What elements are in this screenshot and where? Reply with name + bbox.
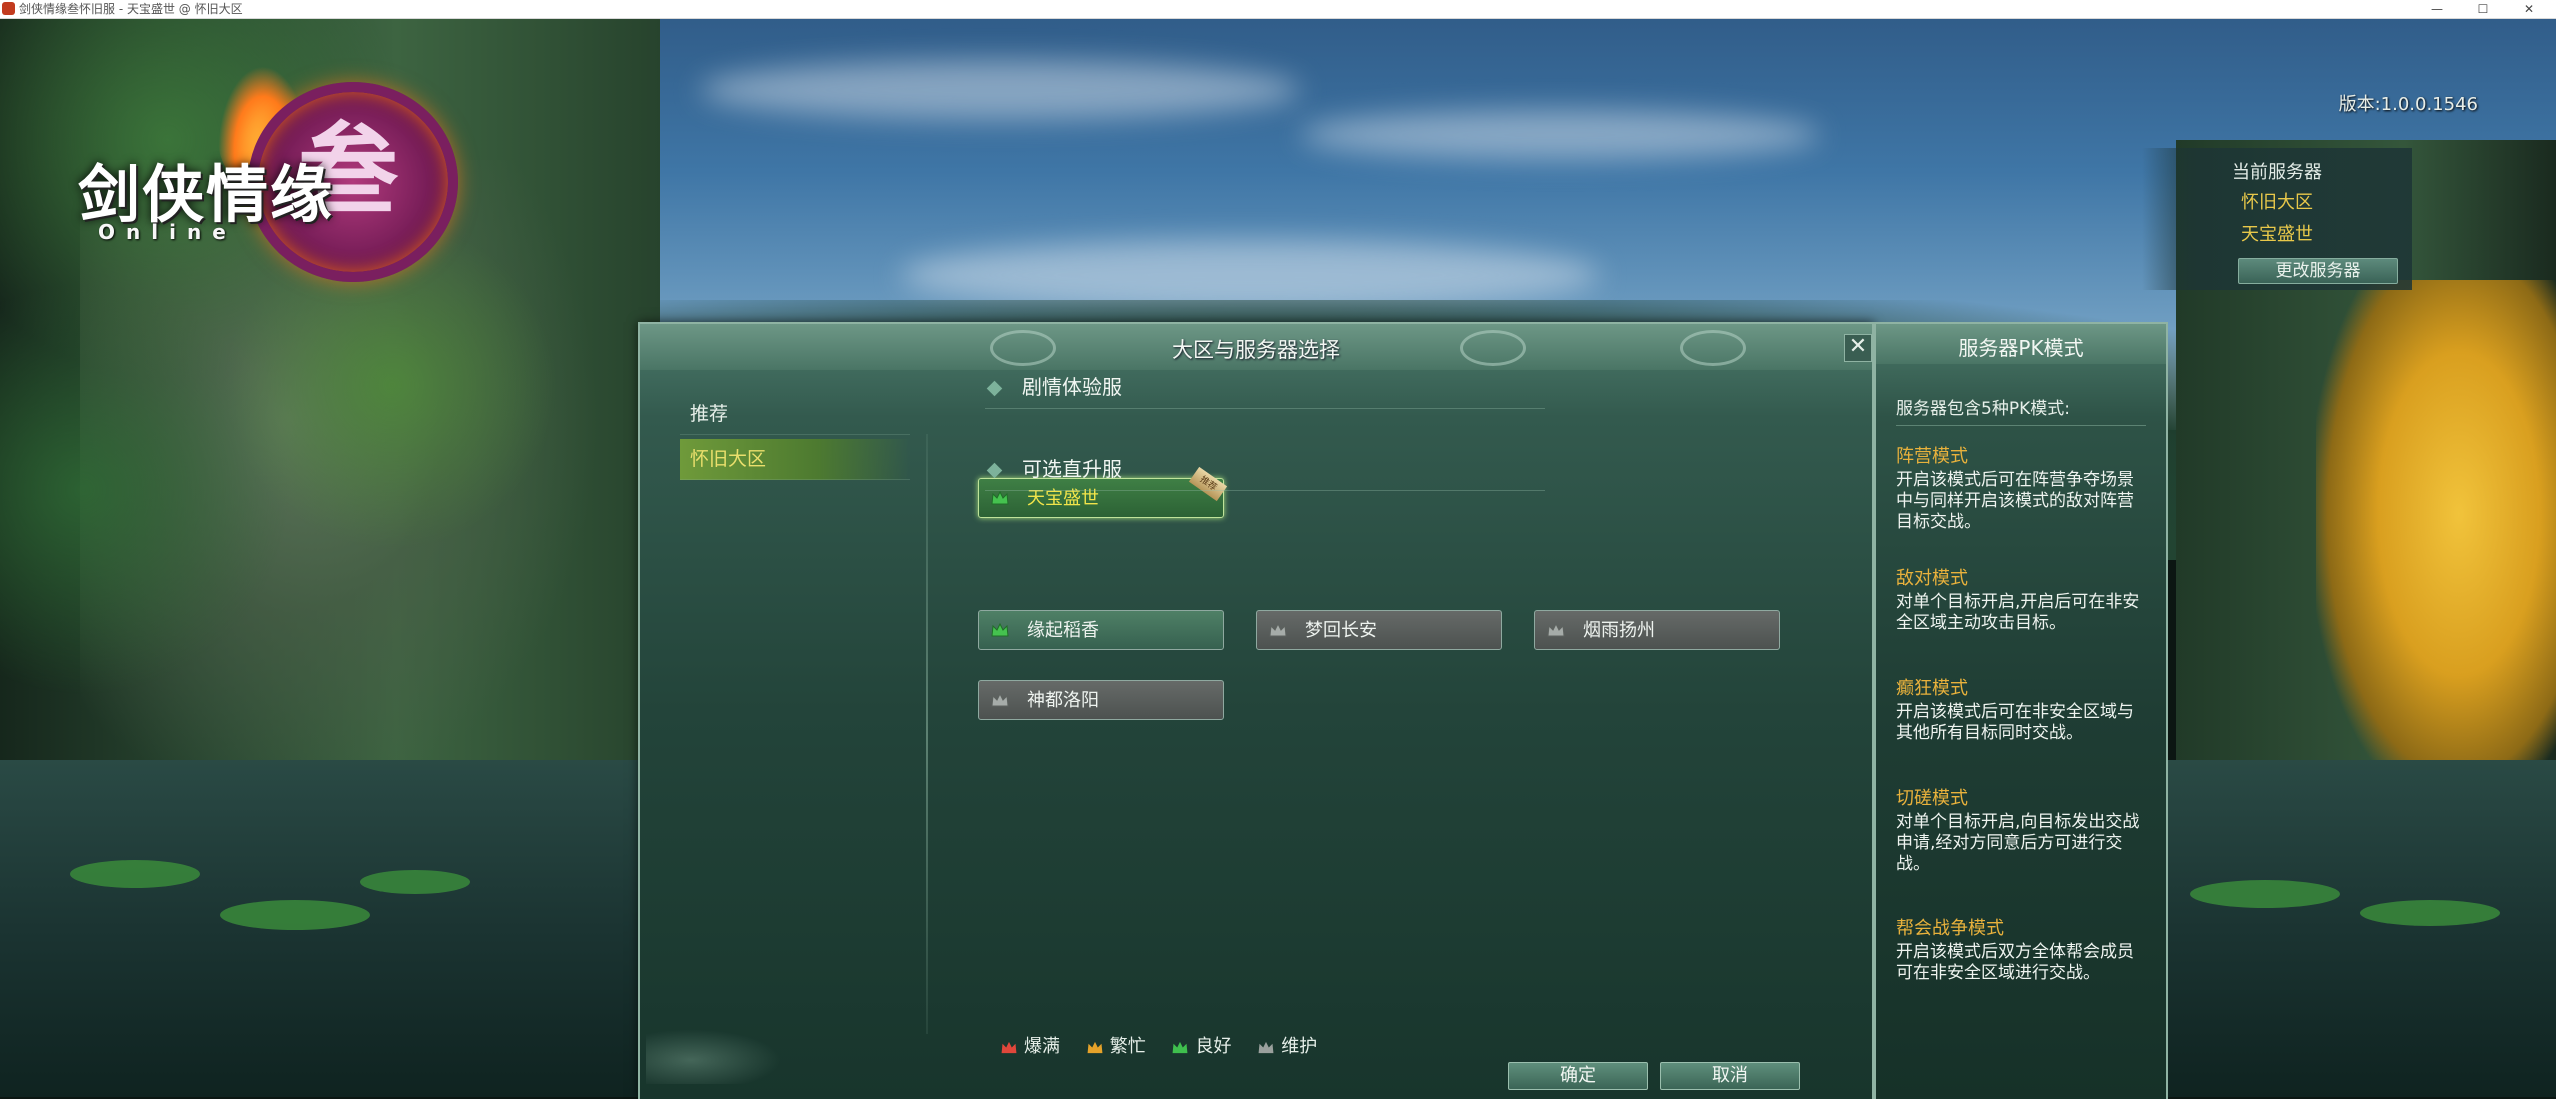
lily-pad xyxy=(360,870,470,894)
yellow-tree xyxy=(2316,280,2556,800)
server-button-yanyuyangzhou[interactable]: 烟雨扬州 xyxy=(1534,610,1780,650)
server-button-yuanqidaoxiang[interactable]: 缘起稻香 xyxy=(978,610,1224,650)
cloud xyxy=(700,60,1300,120)
crown-maintenance-icon xyxy=(1547,623,1565,637)
section-header-story: 剧情体验服 xyxy=(985,366,1545,409)
crown-good-icon xyxy=(991,491,1009,505)
vertical-divider xyxy=(926,434,928,1034)
pk-mode-name: 切磋模式 xyxy=(1896,788,1968,809)
lily-pad xyxy=(220,900,370,930)
current-server-label: 当前服务器 xyxy=(2232,162,2322,183)
pk-mode-name: 帮会战争模式 xyxy=(1896,918,2004,939)
crown-full-icon xyxy=(1001,1041,1017,1053)
pk-mode-name: 癫狂模式 xyxy=(1896,678,1968,699)
version-label: 版本:1.0.0.1546 xyxy=(2338,94,2478,115)
zone-item-recommended[interactable]: 推荐 xyxy=(680,394,910,435)
server-name: 梦回长安 xyxy=(1305,620,1377,641)
section-header-direct: 可选直升服 xyxy=(985,448,1545,491)
dialog-title: 大区与服务器选择 xyxy=(1172,338,1340,362)
server-button-menghuichangan[interactable]: 梦回长安 xyxy=(1256,610,1502,650)
close-window-button[interactable]: ✕ xyxy=(2506,0,2552,18)
legend-label: 良好 xyxy=(1195,1036,1232,1057)
section-title: 剧情体验服 xyxy=(1022,375,1122,399)
diamond-icon xyxy=(986,380,1003,397)
confirm-button[interactable]: 确定 xyxy=(1508,1062,1648,1090)
server-name: 神都洛阳 xyxy=(1027,690,1099,711)
current-server-name: 天宝盛世 xyxy=(2241,224,2313,245)
pk-mode-panel: 服务器PK模式 服务器包含5种PK模式: 阵营模式 开启该模式后可在阵营争夺场景… xyxy=(1874,322,2168,1099)
game-logo: 叁 剑侠情缘 Online xyxy=(38,66,458,282)
logo-sub-text: Online xyxy=(98,220,237,244)
pk-mode-desc: 开启该模式后可在阵营争夺场景中与同样开启该模式的敌对阵营目标交战。 xyxy=(1896,470,2134,532)
crown-good-icon xyxy=(991,623,1009,637)
pk-mode-camp: 阵营模式 开启该模式后可在阵营争夺场景中与同样开启该模式的敌对阵营目标交战。 xyxy=(1896,442,2146,533)
pk-mode-desc: 对单个目标开启,开启后可在非安全区域主动攻击目标。 xyxy=(1896,592,2140,633)
window-titlebar: 剑侠情缘叁怀旧服 - 天宝盛世 @ 怀旧大区 — ☐ ✕ xyxy=(0,0,2556,19)
pk-mode-hostile: 敌对模式 对单个目标开启,开启后可在非安全区域主动攻击目标。 xyxy=(1896,564,2146,634)
server-button-shenduluoyang[interactable]: 神都洛阳 xyxy=(978,680,1224,720)
legend-busy: 繁忙 xyxy=(1086,1032,1146,1058)
server-select-dialog: 大区与服务器选择 ✕ 推荐 怀旧大区 剧情体验服 天宝盛世 推荐 可选直升服 缘… xyxy=(638,322,1874,1099)
minimize-button[interactable]: — xyxy=(2414,0,2460,18)
change-server-button[interactable]: 更改服务器 xyxy=(2238,258,2398,284)
pk-panel-title: 服务器PK模式 xyxy=(1958,336,2084,360)
pk-mode-duel: 切磋模式 对单个目标开启,向目标发出交战申请,经对方同意后方可进行交战。 xyxy=(1896,784,2146,875)
crown-maintenance-icon xyxy=(991,693,1009,707)
zone-list: 推荐 怀旧大区 xyxy=(680,394,910,484)
section-title: 可选直升服 xyxy=(1022,457,1122,481)
lily-pad xyxy=(70,860,200,888)
pk-mode-desc: 开启该模式后可在非安全区域与其他所有目标同时交战。 xyxy=(1896,702,2134,743)
cloud xyxy=(1300,110,1820,160)
maximize-button[interactable]: ☐ xyxy=(2460,0,2506,18)
current-server-panel: 当前服务器 怀旧大区 天宝盛世 更改服务器 xyxy=(2142,148,2412,290)
server-name: 烟雨扬州 xyxy=(1583,620,1655,641)
current-zone: 怀旧大区 xyxy=(2241,192,2313,213)
server-name: 缘起稻香 xyxy=(1027,620,1099,641)
pk-panel-header: 服务器PK模式 xyxy=(1876,324,2166,364)
status-legend: 爆满 繁忙 良好 维护 xyxy=(1000,1032,1337,1058)
pk-intro: 服务器包含5种PK模式: xyxy=(1896,394,2146,426)
pk-mode-frenzy: 癫狂模式 开启该模式后可在非安全区域与其他所有目标同时交战。 xyxy=(1896,674,2146,744)
legend-maintenance: 维护 xyxy=(1257,1032,1317,1058)
diamond-icon xyxy=(986,462,1003,479)
zone-item-classic[interactable]: 怀旧大区 xyxy=(680,439,910,480)
legend-label: 繁忙 xyxy=(1109,1036,1146,1057)
cancel-button[interactable]: 取消 xyxy=(1660,1062,1800,1090)
dialog-close-button[interactable]: ✕ xyxy=(1844,334,1872,362)
pk-mode-desc: 开启该模式后双方全体帮会成员可在非安全区域进行交战。 xyxy=(1896,942,2134,983)
crown-maintenance-icon xyxy=(1258,1041,1274,1053)
pk-mode-desc: 对单个目标开启,向目标发出交战申请,经对方同意后方可进行交战。 xyxy=(1896,812,2140,874)
legend-full: 爆满 xyxy=(1000,1032,1060,1058)
lily-pad xyxy=(2360,900,2500,926)
pk-mode-name: 阵营模式 xyxy=(1896,446,1968,467)
crown-busy-icon xyxy=(1087,1041,1103,1053)
legend-label: 维护 xyxy=(1281,1036,1318,1057)
pk-mode-name: 敌对模式 xyxy=(1896,568,1968,589)
legend-good: 良好 xyxy=(1171,1032,1231,1058)
crown-maintenance-icon xyxy=(1269,623,1287,637)
app-icon xyxy=(2,2,15,15)
dialog-header: 大区与服务器选择 ✕ xyxy=(640,324,1872,370)
legend-label: 爆满 xyxy=(1024,1036,1060,1057)
crown-good-icon xyxy=(1173,1041,1188,1053)
cloud-ornament xyxy=(646,1024,796,1084)
lily-pad xyxy=(2190,880,2340,908)
pk-mode-guild-war: 帮会战争模式 开启该模式后双方全体帮会成员可在非安全区域进行交战。 xyxy=(1896,914,2146,984)
window-title: 剑侠情缘叁怀旧服 - 天宝盛世 @ 怀旧大区 xyxy=(19,2,243,16)
